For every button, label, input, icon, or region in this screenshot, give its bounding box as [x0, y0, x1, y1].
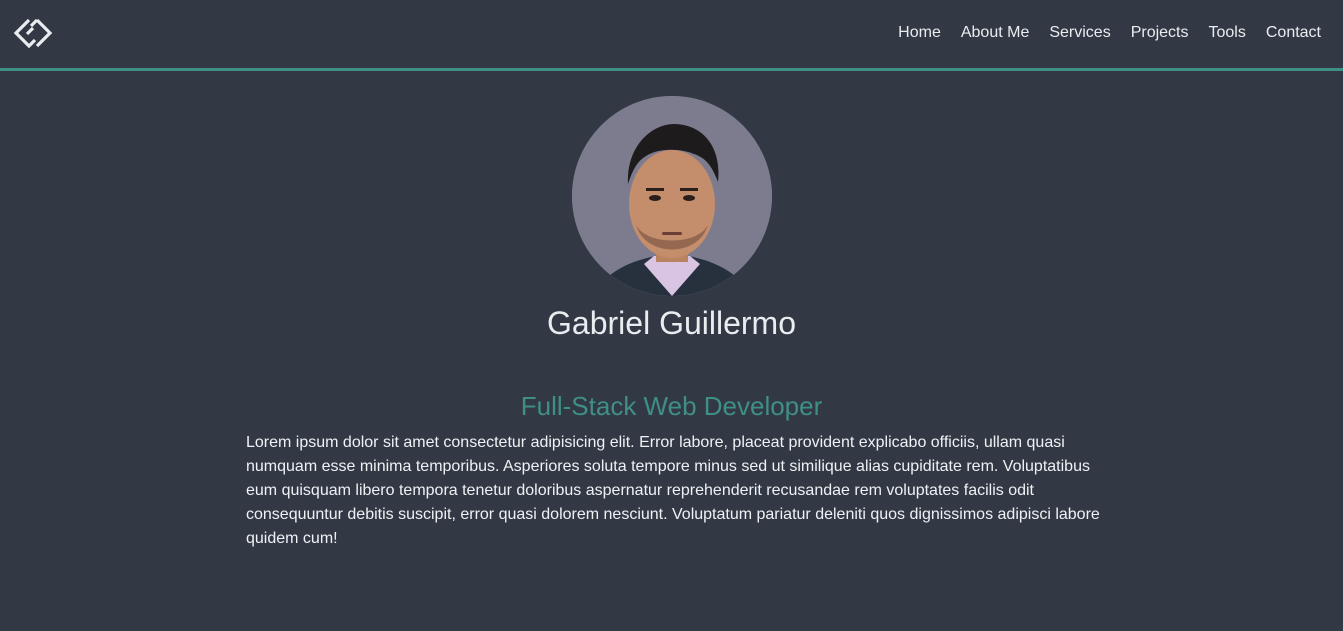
nav-projects-link[interactable]: Projects — [1131, 22, 1189, 44]
profile-name: Gabriel Guillermo — [547, 305, 796, 341]
nav-home-link[interactable]: Home — [898, 22, 941, 44]
nav-services-link[interactable]: Services — [1049, 22, 1110, 44]
avatar — [572, 96, 772, 296]
nav-contact-link[interactable]: Contact — [1266, 22, 1321, 44]
profile-photo — [572, 96, 772, 296]
nav-tools-link[interactable]: Tools — [1209, 22, 1246, 44]
logo-icon[interactable] — [12, 16, 54, 50]
profile-bio: Lorem ipsum dolor sit amet consectetur a… — [246, 434, 1100, 547]
navbar: Home About Me Services Projects Tools Co… — [0, 0, 1343, 71]
nav-links: Home About Me Services Projects Tools Co… — [878, 22, 1321, 44]
nav-about-link[interactable]: About Me — [961, 22, 1029, 44]
profile-role: Full-Stack Web Developer — [520, 391, 823, 421]
